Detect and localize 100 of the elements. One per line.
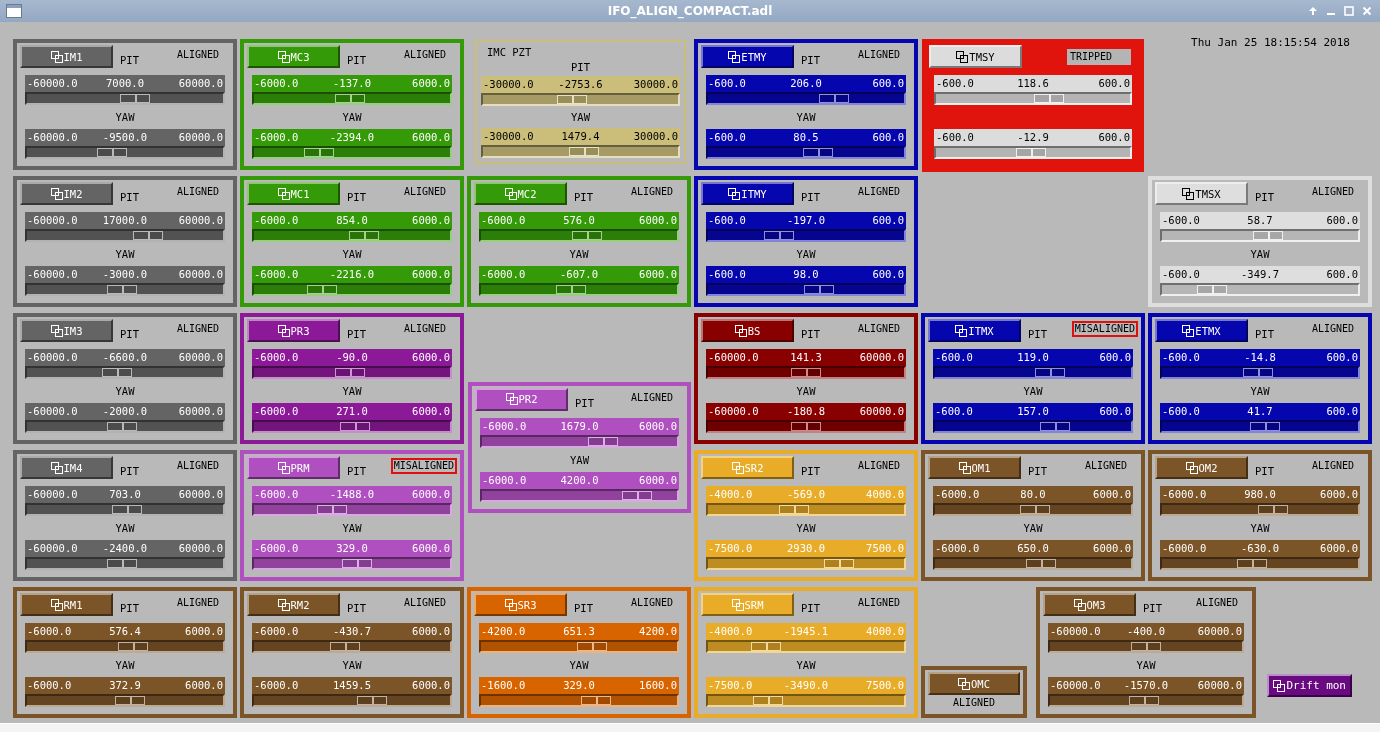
slider-track[interactable] xyxy=(25,283,225,296)
slider-track[interactable] xyxy=(706,283,906,296)
related-display-button[interactable]: SR3 xyxy=(474,593,567,616)
slider-thumb[interactable] xyxy=(101,368,132,377)
slider-track[interactable] xyxy=(25,146,225,159)
slider-track[interactable] xyxy=(1160,366,1360,379)
related-display-button[interactable]: RM1 xyxy=(20,593,113,616)
slider-thumb[interactable] xyxy=(1249,422,1280,431)
slider-thumb[interactable] xyxy=(555,285,586,294)
related-display-button[interactable]: PRM xyxy=(247,456,340,479)
slider-thumb[interactable] xyxy=(106,559,137,568)
related-display-button[interactable]: OM2 xyxy=(1155,456,1248,479)
slider-track[interactable] xyxy=(252,420,452,433)
related-display-button[interactable]: IM3 xyxy=(20,319,113,342)
related-display-button[interactable]: OM3 xyxy=(1043,593,1136,616)
slider-thumb[interactable] xyxy=(106,285,137,294)
slider-track[interactable] xyxy=(252,283,452,296)
slider-thumb[interactable] xyxy=(335,368,366,377)
slider-thumb[interactable] xyxy=(580,696,611,705)
slider-thumb[interactable] xyxy=(1243,368,1274,377)
slider-track[interactable] xyxy=(481,145,680,158)
slider-track[interactable] xyxy=(252,366,452,379)
slider-track[interactable] xyxy=(1048,694,1244,707)
slider-thumb[interactable] xyxy=(111,505,142,514)
slider-track[interactable] xyxy=(25,694,225,707)
slider-track[interactable] xyxy=(252,146,452,159)
slider-track[interactable] xyxy=(706,694,906,707)
slider-thumb[interactable] xyxy=(119,94,150,103)
related-display-button[interactable]: ITMY xyxy=(701,182,794,205)
slider-track[interactable] xyxy=(706,146,906,159)
related-display-button[interactable]: MC2 xyxy=(474,182,567,205)
slider-track[interactable] xyxy=(252,557,452,570)
slider-track[interactable] xyxy=(479,640,679,653)
slider-thumb[interactable] xyxy=(804,285,835,294)
related-display-button[interactable]: MC1 xyxy=(247,182,340,205)
slider-track[interactable] xyxy=(25,503,225,516)
slider-thumb[interactable] xyxy=(1034,368,1065,377)
slider-track[interactable] xyxy=(706,557,906,570)
slider-thumb[interactable] xyxy=(1129,696,1160,705)
slider-thumb[interactable] xyxy=(1026,559,1057,568)
slider-track[interactable] xyxy=(25,420,225,433)
related-display-button[interactable]: ETMY xyxy=(701,45,794,68)
related-display-button[interactable]: IM2 xyxy=(20,182,113,205)
slider-thumb[interactable] xyxy=(307,285,338,294)
slider-thumb[interactable] xyxy=(572,231,603,240)
slider-thumb[interactable] xyxy=(335,94,366,103)
slider-track[interactable] xyxy=(1160,420,1360,433)
slider-track[interactable] xyxy=(1160,229,1360,242)
slider-track[interactable] xyxy=(933,503,1133,516)
slider-track[interactable] xyxy=(25,92,225,105)
slider-track[interactable] xyxy=(706,229,906,242)
slider-track[interactable] xyxy=(934,92,1132,105)
related-display-button[interactable]: TMSX xyxy=(1155,182,1248,205)
slider-track[interactable] xyxy=(706,420,906,433)
slider-thumb[interactable] xyxy=(348,231,379,240)
related-display-button[interactable]: ITMX xyxy=(928,319,1021,342)
slider-track[interactable] xyxy=(252,640,452,653)
slider-track[interactable] xyxy=(479,694,679,707)
slider-thumb[interactable] xyxy=(587,436,618,446)
slider-thumb[interactable] xyxy=(1258,505,1289,514)
slider-thumb[interactable] xyxy=(1236,559,1267,568)
slider-thumb[interactable] xyxy=(341,559,372,568)
slider-track[interactable] xyxy=(933,420,1133,433)
slider-thumb[interactable] xyxy=(340,422,371,431)
slider-thumb[interactable] xyxy=(303,148,334,157)
related-display-button[interactable]: IM1 xyxy=(20,45,113,68)
slider-track[interactable] xyxy=(706,640,906,653)
slider-track[interactable] xyxy=(1160,557,1360,570)
slider-track[interactable] xyxy=(481,93,680,106)
slider-track[interactable] xyxy=(479,229,679,242)
related-display-button[interactable]: BS xyxy=(701,319,794,342)
related-display-button[interactable]: OM1 xyxy=(928,456,1021,479)
slider-thumb[interactable] xyxy=(96,148,127,157)
slider-thumb[interactable] xyxy=(317,505,348,514)
slider-thumb[interactable] xyxy=(106,422,137,431)
related-display-button[interactable]: ETMX xyxy=(1155,319,1248,342)
related-display-button[interactable]: RM2 xyxy=(247,593,340,616)
slider-thumb[interactable] xyxy=(622,490,653,500)
related-display-button[interactable]: PR3 xyxy=(247,319,340,342)
slider-track[interactable] xyxy=(1048,640,1244,653)
related-display-button[interactable]: MC3 xyxy=(247,45,340,68)
slider-thumb[interactable] xyxy=(114,696,145,705)
slider-thumb[interactable] xyxy=(764,231,795,240)
slider-track[interactable] xyxy=(252,503,452,516)
slider-track[interactable] xyxy=(25,640,225,653)
slider-track[interactable] xyxy=(933,366,1133,379)
related-display-button[interactable]: OMC xyxy=(928,672,1020,695)
slider-track[interactable] xyxy=(25,229,225,242)
slider-track[interactable] xyxy=(1160,283,1360,296)
slider-track[interactable] xyxy=(479,283,679,296)
drift-monitor-button[interactable]: Drift mon xyxy=(1267,674,1352,697)
slider-thumb[interactable] xyxy=(802,148,833,157)
slider-thumb[interactable] xyxy=(1019,505,1050,514)
slider-thumb[interactable] xyxy=(330,642,361,651)
slider-track[interactable] xyxy=(252,92,452,105)
slider-thumb[interactable] xyxy=(1039,422,1070,431)
slider-track[interactable] xyxy=(706,366,906,379)
slider-thumb[interactable] xyxy=(791,422,821,431)
slider-track[interactable] xyxy=(933,557,1133,570)
slider-thumb[interactable] xyxy=(356,696,387,705)
